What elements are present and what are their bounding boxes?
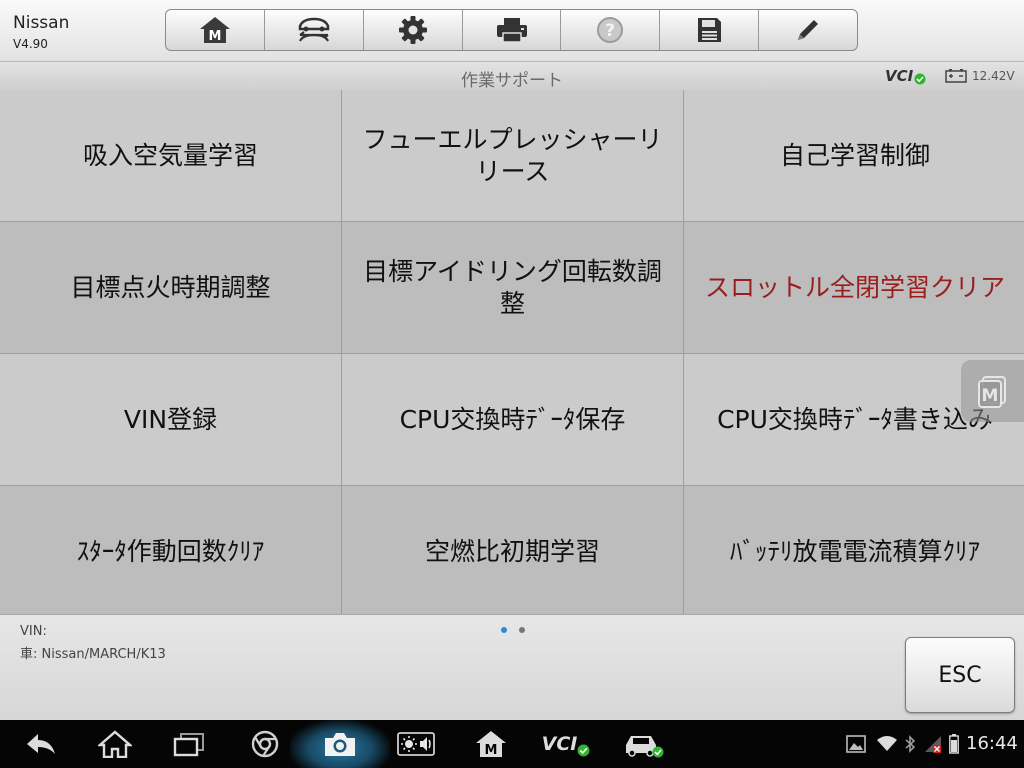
vci-label: VCI xyxy=(885,67,914,85)
car-icon xyxy=(626,736,664,758)
brightness-volume-button[interactable] xyxy=(394,720,438,768)
function-item[interactable]: VIN登録 xyxy=(0,354,341,485)
svg-text:?: ? xyxy=(605,21,615,41)
home-nav-button[interactable] xyxy=(94,720,136,768)
house-icon xyxy=(98,730,132,758)
settings-button[interactable] xyxy=(364,10,463,50)
esc-button[interactable]: ESC xyxy=(905,637,1015,713)
recent-apps-button[interactable] xyxy=(168,720,210,768)
floppy-disk-icon xyxy=(698,18,722,42)
chrome-icon xyxy=(251,730,279,758)
app-version: V4.90 xyxy=(13,37,48,51)
signal-status xyxy=(922,720,944,768)
battery-icon xyxy=(949,734,959,754)
maxisys-home-button[interactable]: M xyxy=(470,720,512,768)
recent-apps-icon xyxy=(173,733,204,757)
function-item[interactable]: 吸入空気量学習 xyxy=(0,90,341,221)
page-dot-active[interactable] xyxy=(501,627,507,633)
page-indicator xyxy=(501,627,525,633)
browser-button[interactable] xyxy=(244,720,286,768)
svg-text:M: M xyxy=(485,743,498,758)
vehicle-label: 車: Nissan/MARCH/K13 xyxy=(20,647,166,662)
page-dot[interactable] xyxy=(519,627,525,633)
connected-check-icon xyxy=(914,73,926,85)
wifi-status xyxy=(876,720,898,768)
page-title: 作業サポート xyxy=(461,71,563,91)
svg-text:M: M xyxy=(208,29,221,44)
battery-status: 12.42V xyxy=(945,68,1015,83)
svg-text:M: M xyxy=(981,386,998,406)
function-item[interactable]: CPU交換時ﾃﾞｰﾀ保存 xyxy=(342,354,683,485)
vci-nav-label: VCI xyxy=(541,733,578,755)
no-signal-icon xyxy=(925,736,941,753)
back-button[interactable] xyxy=(20,720,62,768)
wifi-icon xyxy=(877,736,897,751)
function-item[interactable]: 目標アイドリング回転数調整 xyxy=(342,222,683,353)
function-item[interactable]: 空燃比初期学習 xyxy=(342,486,683,617)
image-icon xyxy=(846,735,866,753)
floating-shortcut-button[interactable]: M xyxy=(961,360,1024,422)
connected-check-icon xyxy=(577,744,590,756)
camera-button[interactable] xyxy=(318,720,362,768)
back-arrow-icon xyxy=(27,734,55,754)
system-bar: M VCI 16:44 xyxy=(0,720,1024,768)
app-title: Nissan xyxy=(13,13,70,33)
subheader: 作業サポート VCI 12.42V xyxy=(0,62,1024,91)
help-button[interactable]: ? xyxy=(561,10,661,50)
function-item[interactable]: フューエルプレッシャーリリース xyxy=(342,90,683,221)
home-button[interactable]: M xyxy=(166,10,265,50)
vehicle-nav-button[interactable] xyxy=(620,720,666,768)
print-button[interactable] xyxy=(463,10,562,50)
home-m-icon: M xyxy=(199,17,230,44)
save-button[interactable] xyxy=(660,10,760,50)
car-battery-icon xyxy=(945,69,967,83)
bluetooth-status xyxy=(902,720,918,768)
vci-status: VCI xyxy=(885,67,926,85)
help-icon: ? xyxy=(597,17,624,43)
header: Nissan V4.90 M ? xyxy=(0,0,1024,62)
vehicle-swap-icon xyxy=(298,17,330,42)
battery-voltage: 12.42V xyxy=(972,68,1015,83)
brightness-volume-icon xyxy=(397,732,435,756)
printer-icon xyxy=(496,18,527,43)
m-logo-icon: M xyxy=(977,376,1006,408)
function-item[interactable]: 自己学習制御 xyxy=(684,90,1024,221)
function-item[interactable]: ｽﾀｰﾀ作動回数ｸﾘｱ xyxy=(0,486,341,617)
home-m-icon: M xyxy=(476,731,506,758)
function-item[interactable]: ﾊﾞｯﾃﾘ放電電流積算ｸﾘｱ xyxy=(684,486,1024,617)
function-item-selected[interactable]: スロットル全閉学習クリア xyxy=(684,222,1024,353)
bluetooth-icon xyxy=(905,735,916,753)
clock: 16:44 xyxy=(966,733,1018,754)
toolbar: M ? xyxy=(165,9,858,51)
pencil-icon xyxy=(798,20,819,40)
function-grid: 吸入空気量学習 フューエルプレッシャーリリース 自己学習制御 目標点火時期調整 … xyxy=(0,90,1024,617)
function-item[interactable]: 目標点火時期調整 xyxy=(0,222,341,353)
vehicle-swap-button[interactable] xyxy=(265,10,364,50)
camera-icon xyxy=(325,733,355,756)
edit-button[interactable] xyxy=(759,10,857,50)
gallery-notification xyxy=(844,720,868,768)
gear-icon xyxy=(398,16,427,44)
footer: VIN: 車: Nissan/MARCH/K13 ESC xyxy=(0,614,1024,720)
battery-level xyxy=(947,720,961,768)
vin-label: VIN: xyxy=(20,624,47,639)
vci-nav-button[interactable]: VCI xyxy=(540,720,592,768)
